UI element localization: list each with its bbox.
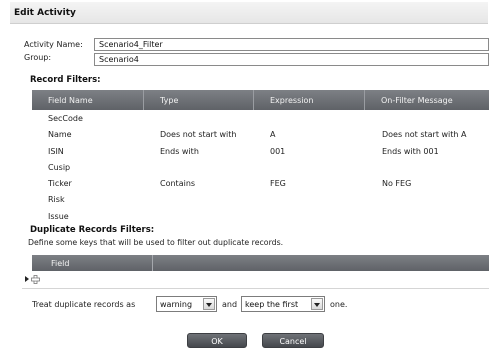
dialog-title: Edit Activity (14, 8, 76, 18)
treat-suffix-text: one. (330, 300, 348, 309)
cell-field-name: Risk (48, 195, 65, 205)
table-row[interactable]: Risk (32, 191, 489, 207)
cell-type: Ends with (160, 146, 199, 156)
cell-field-name: SecCode (48, 114, 83, 123)
table-row[interactable]: Issue (32, 208, 489, 224)
record-filters-body: SecCode Name Does not start with A Does … (32, 110, 489, 224)
chevron-down-icon (311, 298, 323, 310)
table-row[interactable]: Name Does not start with A Does not star… (32, 126, 489, 142)
activity-name-label: Activity Name: (24, 40, 83, 49)
chevron-down-icon (203, 298, 215, 310)
cell-message: No FEG (382, 179, 412, 189)
group-input[interactable]: Scenario4 (94, 53, 489, 66)
duplicate-mode-select[interactable]: warning (156, 296, 217, 312)
cell-field-name: Name (48, 130, 72, 140)
dialog-title-bar: Edit Activity (10, 2, 488, 24)
duplicate-mode-value: warning (160, 300, 193, 309)
table-row[interactable]: SecCode (32, 110, 489, 126)
table-row[interactable]: Cusip (32, 159, 489, 175)
cell-expression: A (270, 130, 276, 140)
activity-name-row: Activity Name: Scenario4_Filter (24, 38, 489, 52)
record-filters-header: Field Name Type Expression On-Filter Mes… (32, 90, 489, 110)
cell-field-name: Ticker (48, 179, 72, 189)
cell-field-name: ISIN (48, 146, 64, 156)
cell-expression: 001 (270, 146, 286, 156)
cancel-button[interactable]: Cancel (262, 333, 324, 348)
duplicate-filters-description: Define some keys that will be used to fi… (28, 238, 284, 247)
activity-name-value: Scenario4_Filter (99, 40, 163, 49)
group-label: Group: (24, 53, 52, 62)
group-row: Group: Scenario4 (24, 52, 489, 66)
column-header-field[interactable]: Field (32, 255, 153, 271)
cell-message: Ends with 001 (382, 146, 439, 156)
keep-option-value: keep the first (245, 300, 299, 309)
row-pointer-icon (25, 276, 29, 282)
ok-button[interactable]: OK (187, 333, 247, 348)
keep-option-select[interactable]: keep the first (241, 296, 325, 312)
treat-duplicates-row: Treat duplicate records as warning and k… (32, 296, 472, 312)
cell-type: Does not start with (160, 130, 237, 140)
table-row[interactable]: Ticker Contains FEG No FEG (32, 175, 489, 191)
duplicate-filters-heading: Duplicate Records Filters: (30, 225, 155, 235)
cell-field-name: Cusip (48, 162, 71, 172)
cell-message: Does not start with A (382, 130, 467, 140)
cell-type: Contains (160, 179, 196, 189)
record-filters-heading: Record Filters: (30, 75, 101, 85)
column-header-type[interactable]: Type (144, 90, 254, 110)
activity-name-input[interactable]: Scenario4_Filter (94, 38, 489, 51)
group-value: Scenario4 (99, 55, 139, 64)
treat-middle-text: and (222, 300, 238, 309)
column-header-field-name[interactable]: Field Name (32, 90, 144, 110)
column-header-on-filter-message[interactable]: On-Filter Message (365, 90, 489, 110)
record-filters-grid: Field Name Type Expression On-Filter Mes… (32, 90, 489, 222)
duplicate-filters-body (22, 271, 489, 289)
duplicate-filters-header: Field (32, 255, 489, 271)
column-header-expression[interactable]: Expression (254, 90, 365, 110)
add-row-icon[interactable] (31, 275, 40, 284)
treat-prefix-text: Treat duplicate records as (32, 300, 136, 309)
cell-field-name: Issue (48, 211, 69, 221)
table-row[interactable]: ISIN Ends with 001 Ends with 001 (32, 143, 489, 159)
cell-expression: FEG (270, 179, 286, 189)
